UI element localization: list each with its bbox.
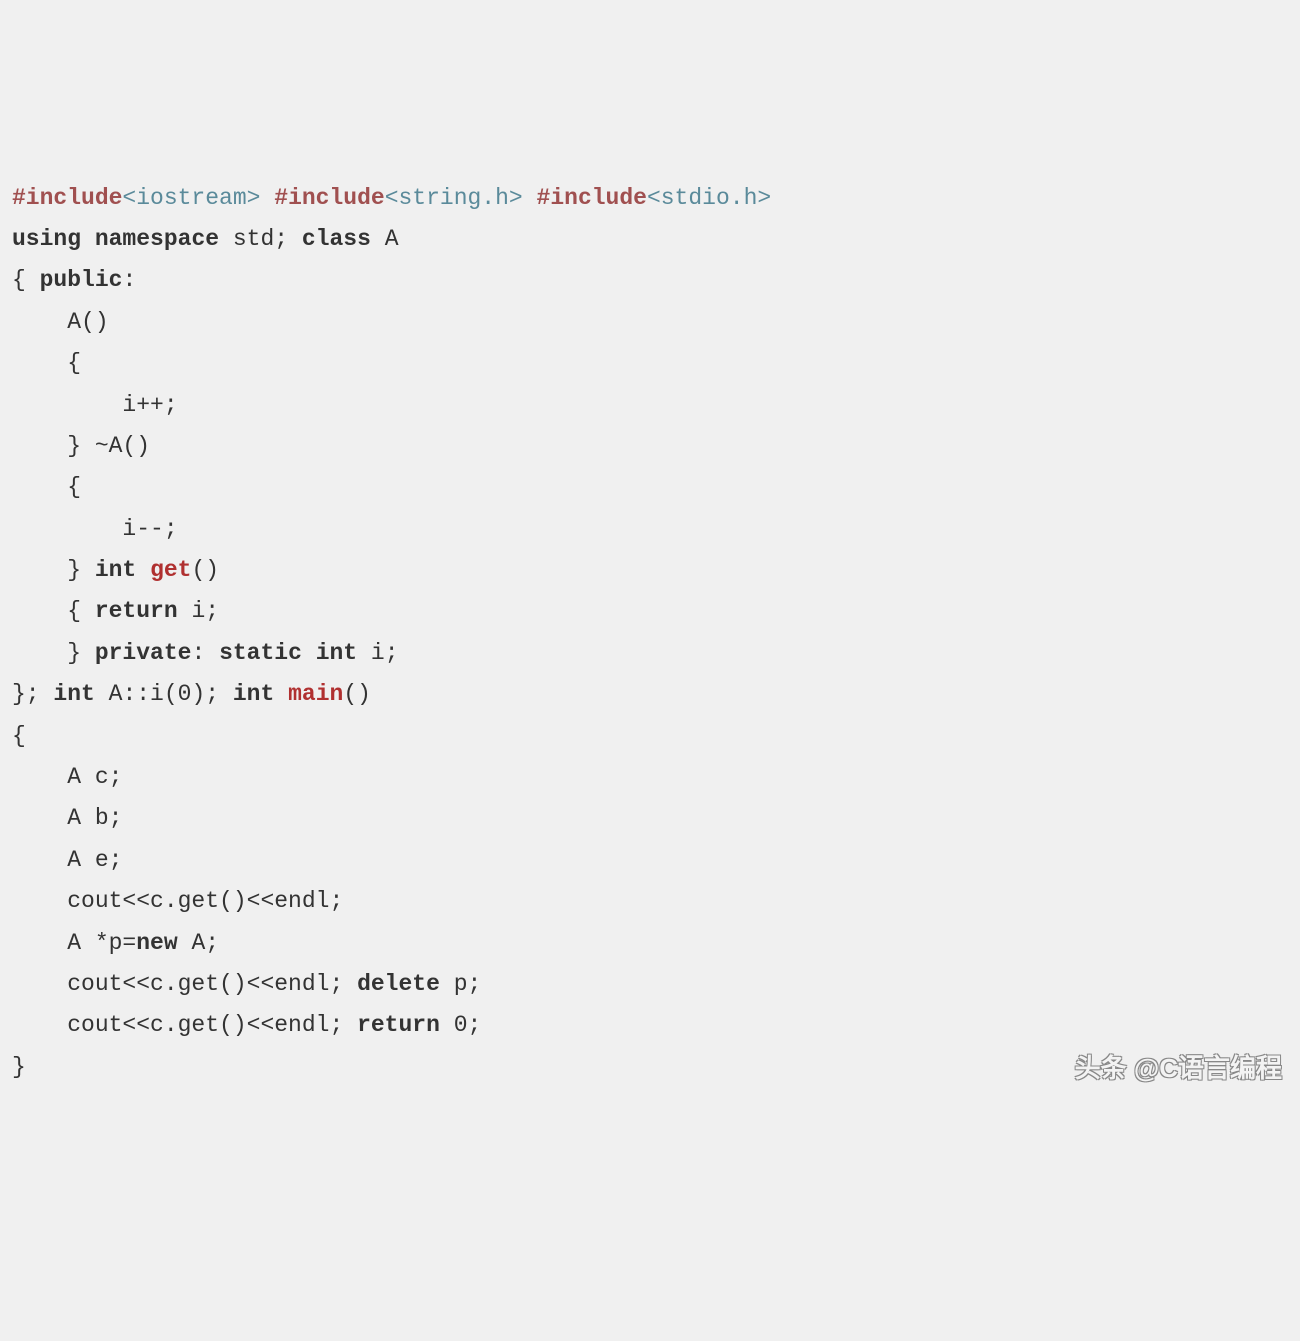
keyword-int: int bbox=[316, 640, 357, 666]
keyword-using: using bbox=[12, 226, 81, 252]
code-text: }; bbox=[12, 681, 53, 707]
include-header: <string.h> bbox=[385, 185, 523, 211]
code-line: { bbox=[12, 350, 81, 376]
keyword-public: public bbox=[40, 267, 123, 293]
code-text: i--; bbox=[12, 516, 178, 542]
code-text: i; bbox=[178, 598, 219, 624]
code-text: } bbox=[12, 640, 95, 666]
keyword-int: int bbox=[53, 681, 94, 707]
code-text: { bbox=[12, 474, 81, 500]
keyword-int: int bbox=[233, 681, 274, 707]
code-text: i++; bbox=[12, 392, 178, 418]
code-text: 0; bbox=[440, 1012, 481, 1038]
include-header: <iostream> bbox=[122, 185, 260, 211]
code-line: A e; bbox=[12, 847, 122, 873]
code-text: { bbox=[12, 350, 81, 376]
code-line: i--; bbox=[12, 516, 178, 542]
include-directive: #include bbox=[274, 185, 384, 211]
code-line: i++; bbox=[12, 392, 178, 418]
code-text: cout<<c.get()<<endl; bbox=[12, 888, 343, 914]
code-text bbox=[136, 557, 150, 583]
code-text: p; bbox=[440, 971, 481, 997]
code-text: A b; bbox=[12, 805, 122, 831]
code-text: A *p= bbox=[12, 930, 136, 956]
code-text: () bbox=[343, 681, 371, 707]
keyword-new: new bbox=[136, 930, 177, 956]
include-directive: #include bbox=[537, 185, 647, 211]
watermark-text: 头条 @C语言编程 bbox=[1075, 1045, 1282, 1092]
code-text: } ~A() bbox=[12, 433, 150, 459]
keyword-return: return bbox=[95, 598, 178, 624]
code-text: A c; bbox=[12, 764, 122, 790]
code-text: A; bbox=[178, 930, 219, 956]
keyword-delete: delete bbox=[357, 971, 440, 997]
keyword-static: static bbox=[219, 640, 302, 666]
code-line: using namespace std; class A bbox=[12, 226, 399, 252]
code-text: A::i(0); bbox=[95, 681, 233, 707]
code-text: cout<<c.get()<<endl; bbox=[12, 971, 357, 997]
code-line: #include<iostream> #include<string.h> #i… bbox=[12, 185, 771, 211]
code-line: { return i; bbox=[12, 598, 219, 624]
keyword-private: private bbox=[95, 640, 192, 666]
code-line: { bbox=[12, 723, 26, 749]
function-get: get bbox=[150, 557, 191, 583]
code-text: { bbox=[12, 267, 40, 293]
code-text: } bbox=[12, 557, 95, 583]
code-text: () bbox=[191, 557, 219, 583]
keyword-int: int bbox=[95, 557, 136, 583]
include-directive: #include bbox=[12, 185, 122, 211]
code-line: { bbox=[12, 474, 81, 500]
code-line: A() bbox=[12, 309, 109, 335]
code-block: #include<iostream> #include<string.h> #i… bbox=[12, 178, 1300, 1122]
code-line: } ~A() bbox=[12, 433, 150, 459]
keyword-class: class bbox=[302, 226, 371, 252]
code-text: { bbox=[12, 723, 26, 749]
code-line: }; int A::i(0); int main() bbox=[12, 681, 371, 707]
include-header: <stdio.h> bbox=[647, 185, 771, 211]
code-line: cout<<c.get()<<endl; bbox=[12, 888, 343, 914]
code-line: A c; bbox=[12, 764, 122, 790]
code-text: std; bbox=[233, 226, 302, 252]
code-line: } int get() bbox=[12, 557, 219, 583]
code-text bbox=[302, 640, 316, 666]
function-main: main bbox=[288, 681, 343, 707]
code-text: A() bbox=[12, 309, 109, 335]
code-text: } bbox=[12, 1054, 26, 1080]
code-line: A *p=new A; bbox=[12, 930, 219, 956]
code-line: A b; bbox=[12, 805, 122, 831]
code-line: } private: static int i; bbox=[12, 640, 399, 666]
code-text: A e; bbox=[12, 847, 122, 873]
keyword-return: return bbox=[357, 1012, 440, 1038]
keyword-namespace: namespace bbox=[95, 226, 219, 252]
code-text: A bbox=[371, 226, 399, 252]
code-line: { public: bbox=[12, 267, 136, 293]
code-line: } bbox=[12, 1054, 26, 1080]
code-text: { bbox=[12, 598, 95, 624]
code-text bbox=[274, 681, 288, 707]
code-text: : bbox=[191, 640, 219, 666]
code-line: cout<<c.get()<<endl; return 0; bbox=[12, 1012, 481, 1038]
code-text: cout<<c.get()<<endl; bbox=[12, 1012, 357, 1038]
code-text: : bbox=[122, 267, 136, 293]
code-line: cout<<c.get()<<endl; delete p; bbox=[12, 971, 481, 997]
code-text: i; bbox=[357, 640, 398, 666]
